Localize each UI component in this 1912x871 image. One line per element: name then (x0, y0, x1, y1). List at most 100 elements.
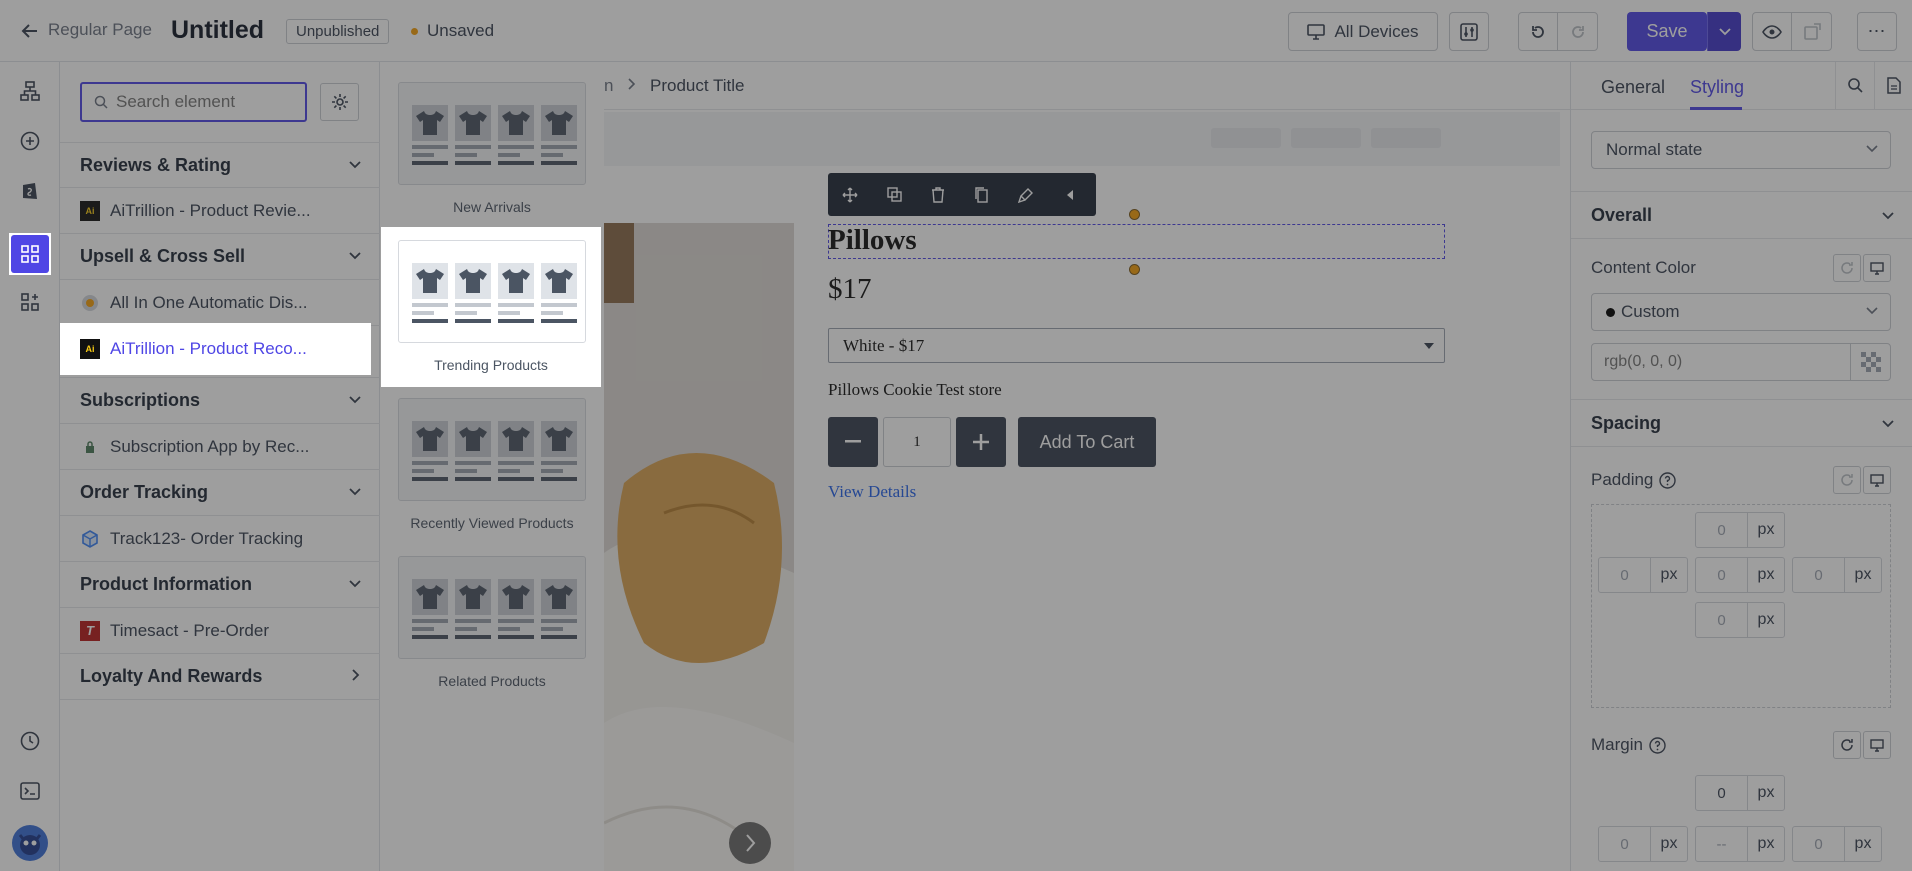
template-thumbnail[interactable] (398, 398, 586, 501)
template-thumbnail[interactable] (398, 556, 586, 659)
device-margin-button[interactable] (1863, 731, 1891, 759)
help-icon[interactable] (1649, 736, 1666, 754)
add-to-cart-button[interactable]: Add To Cart (1018, 417, 1156, 467)
item-subscription-app[interactable]: Subscription App by Rec... (60, 424, 380, 470)
apps-icon[interactable] (11, 283, 49, 321)
margin-right-field[interactable]: 0 px (1792, 826, 1882, 862)
back-link[interactable]: Regular Page (48, 20, 152, 40)
tab-styling[interactable]: Styling (1690, 77, 1744, 98)
padding-right-field[interactable]: 0 px (1792, 557, 1882, 593)
elements-grid-button[interactable] (11, 235, 49, 273)
item-all-in-one-discount[interactable]: All In One Automatic Dis... (60, 280, 380, 326)
breadcrumb-prefix[interactable]: n (604, 76, 613, 96)
breadcrumb-current[interactable]: Product Title (650, 76, 745, 96)
margin-left-field[interactable]: 0 px (1598, 826, 1688, 862)
paint-icon[interactable] (1004, 187, 1048, 203)
placeholder-line (412, 319, 448, 323)
item-aitrillion-product-review[interactable]: Ai AiTrillion - Product Revie... (60, 188, 380, 234)
highlighted-item-aitrillion-product-reco[interactable]: Ai AiTrillion - Product Reco... (60, 323, 371, 375)
chevron-down-icon (348, 157, 362, 171)
search-box[interactable] (80, 82, 307, 122)
undo-icon[interactable] (1519, 13, 1559, 50)
category-subscriptions[interactable]: Subscriptions (60, 378, 380, 424)
category-reviews-rating[interactable]: Reviews & Rating (60, 142, 380, 188)
delete-icon[interactable] (916, 186, 960, 203)
all-devices-button[interactable]: All Devices (1288, 12, 1438, 51)
category-order-tracking[interactable]: Order Tracking (60, 470, 380, 516)
panel-settings-button[interactable] (320, 83, 359, 121)
highlighted-template-trending[interactable]: Trending Products (381, 227, 601, 387)
state-select[interactable]: Normal state (1591, 131, 1891, 169)
product-price[interactable]: $17 (828, 273, 872, 306)
item-track123[interactable]: Track123- Order Tracking (60, 516, 380, 562)
document-icon[interactable] (1875, 77, 1912, 94)
color-swatch-dot (1606, 307, 1615, 317)
settings-sliders-button[interactable] (1449, 12, 1489, 51)
quantity-increase-button[interactable] (956, 417, 1006, 467)
move-icon[interactable] (828, 187, 872, 203)
store-name: Pillows Cookie Test store (828, 380, 1002, 399)
padding-bottom-field[interactable]: 0 px (1695, 602, 1785, 638)
resize-handle-top[interactable] (1129, 209, 1140, 220)
add-icon[interactable] (11, 122, 49, 160)
margin-top-field[interactable]: 0 px (1695, 775, 1785, 811)
margin-center-field[interactable]: -- px (1695, 826, 1785, 862)
avatar[interactable] (11, 824, 49, 862)
shopify-icon[interactable] (11, 171, 49, 209)
category-loyalty-rewards[interactable]: Loyalty And Rewards (60, 654, 380, 700)
quantity-input[interactable]: 1 (883, 417, 951, 467)
device-padding-button[interactable] (1863, 466, 1891, 494)
overall-section-header[interactable]: Overall (1571, 191, 1912, 239)
history-icon[interactable] (11, 722, 49, 760)
page-title[interactable]: Untitled (171, 16, 264, 45)
code-icon[interactable] (11, 772, 49, 810)
back-arrow-icon[interactable] (20, 21, 40, 41)
device-color-button[interactable] (1863, 254, 1891, 282)
category-product-information[interactable]: Product Information (60, 562, 380, 608)
search-icon[interactable] (1836, 77, 1874, 93)
reset-padding-button[interactable] (1833, 466, 1861, 494)
collapse-left-icon[interactable] (1048, 189, 1092, 201)
more-options-button[interactable]: ⋯ (1857, 12, 1897, 51)
chevron-down-icon (1718, 27, 1731, 36)
tshirt-icon (455, 421, 491, 457)
title-selection-box[interactable] (828, 224, 1445, 259)
category-upsell-cross-sell[interactable]: Upsell & Cross Sell (60, 234, 380, 280)
template-label: Related Products (438, 673, 546, 689)
save-options-button[interactable] (1707, 12, 1741, 51)
resize-handle-bottom[interactable] (1129, 264, 1140, 275)
undo-redo-group (1518, 12, 1598, 51)
copy-icon[interactable] (960, 186, 1004, 203)
redo-icon[interactable] (1558, 23, 1597, 41)
item-timesact[interactable]: T Timesact - Pre-Order (60, 608, 380, 654)
view-details-link[interactable]: View Details (828, 482, 916, 502)
publish-icon[interactable] (1792, 22, 1831, 41)
variant-select[interactable]: White - $17 (828, 328, 1445, 363)
nav-placeholder (1371, 128, 1441, 148)
save-button[interactable]: Save (1627, 12, 1707, 51)
left-icon-rail (0, 62, 60, 871)
spacing-section-header[interactable]: Spacing (1571, 399, 1912, 447)
placeholder-line (455, 161, 491, 165)
padding-left-field[interactable]: 0 px (1598, 557, 1688, 593)
elements-grid-icon (20, 244, 40, 264)
color-value-field[interactable] (1591, 343, 1891, 381)
color-type-select[interactable]: Custom (1591, 293, 1891, 331)
transparency-swatch-icon[interactable] (1850, 344, 1890, 380)
help-icon[interactable] (1659, 471, 1677, 489)
tab-general[interactable]: General (1601, 77, 1665, 98)
reset-margin-button[interactable] (1833, 731, 1861, 759)
reset-color-button[interactable] (1833, 254, 1861, 282)
template-thumbnail-trending[interactable] (398, 240, 586, 343)
product-title[interactable]: Pillows (828, 224, 917, 257)
padding-top-field[interactable]: 0 px (1695, 512, 1785, 548)
padding-center-field[interactable]: 0 px (1695, 557, 1785, 593)
duplicate-icon[interactable] (872, 187, 916, 202)
quantity-decrease-button[interactable] (828, 417, 878, 467)
tshirt-icon (412, 579, 448, 615)
color-input[interactable] (1592, 344, 1851, 380)
layers-icon[interactable] (11, 72, 49, 110)
eye-icon[interactable] (1753, 13, 1793, 50)
search-input[interactable] (116, 92, 286, 112)
template-thumbnail[interactable] (398, 82, 586, 185)
